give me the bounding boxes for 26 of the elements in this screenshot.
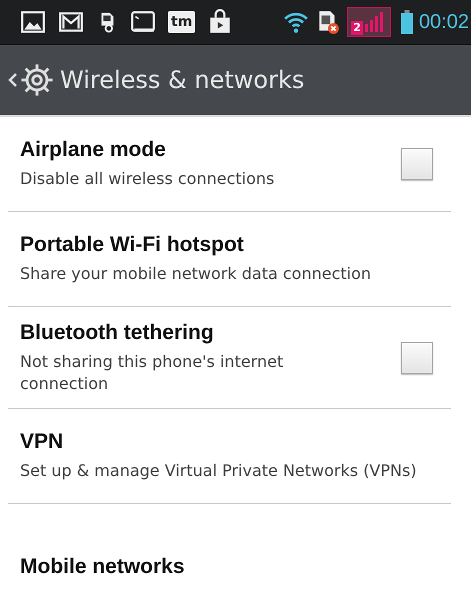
battery-icon (400, 9, 413, 35)
screen-title: Wireless & networks (60, 66, 304, 94)
setting-summary: Not sharing this phone's internet connection (20, 351, 284, 394)
settings-item[interactable]: Bluetooth tethering Not sharing this phone's internet connection (8, 307, 451, 410)
checkbox[interactable] (401, 342, 433, 374)
setting-title: Bluetooth tethering (20, 321, 215, 345)
setting-title: VPN (20, 430, 64, 454)
setting-title: Portable Wi-Fi hotspot (20, 233, 245, 258)
setting-title: Mobile networks (20, 555, 185, 580)
settings-item[interactable]: Airplane mode Disable all wireless connections (8, 117, 451, 212)
clock: 00:02 (418, 10, 469, 34)
sim-number: 2 (351, 21, 363, 35)
gear-icon (20, 63, 54, 97)
checkbox[interactable] (401, 148, 433, 180)
setting-summary: Disable all wireless connections (20, 168, 274, 190)
back-icon (8, 72, 18, 88)
setting-summary: Set up & manage Virtual Private Networks (VPNs) (20, 460, 417, 482)
settings-item[interactable]: VPN Set up & manage Virtual Private Networks (VPNs) (8, 409, 451, 504)
setting-summary: Share your mobile network data connection (20, 263, 372, 285)
back-button[interactable] (8, 63, 54, 97)
picture-icon (20, 9, 46, 35)
terminal-icon (130, 9, 156, 35)
setting-title: Airplane mode (20, 138, 167, 162)
settings-item[interactable]: Mobile networks (8, 504, 451, 611)
settings-item[interactable]: Portable Wi-Fi hotspot Share your mobile network data connection (8, 212, 451, 307)
tm-logo: tm (168, 11, 196, 33)
